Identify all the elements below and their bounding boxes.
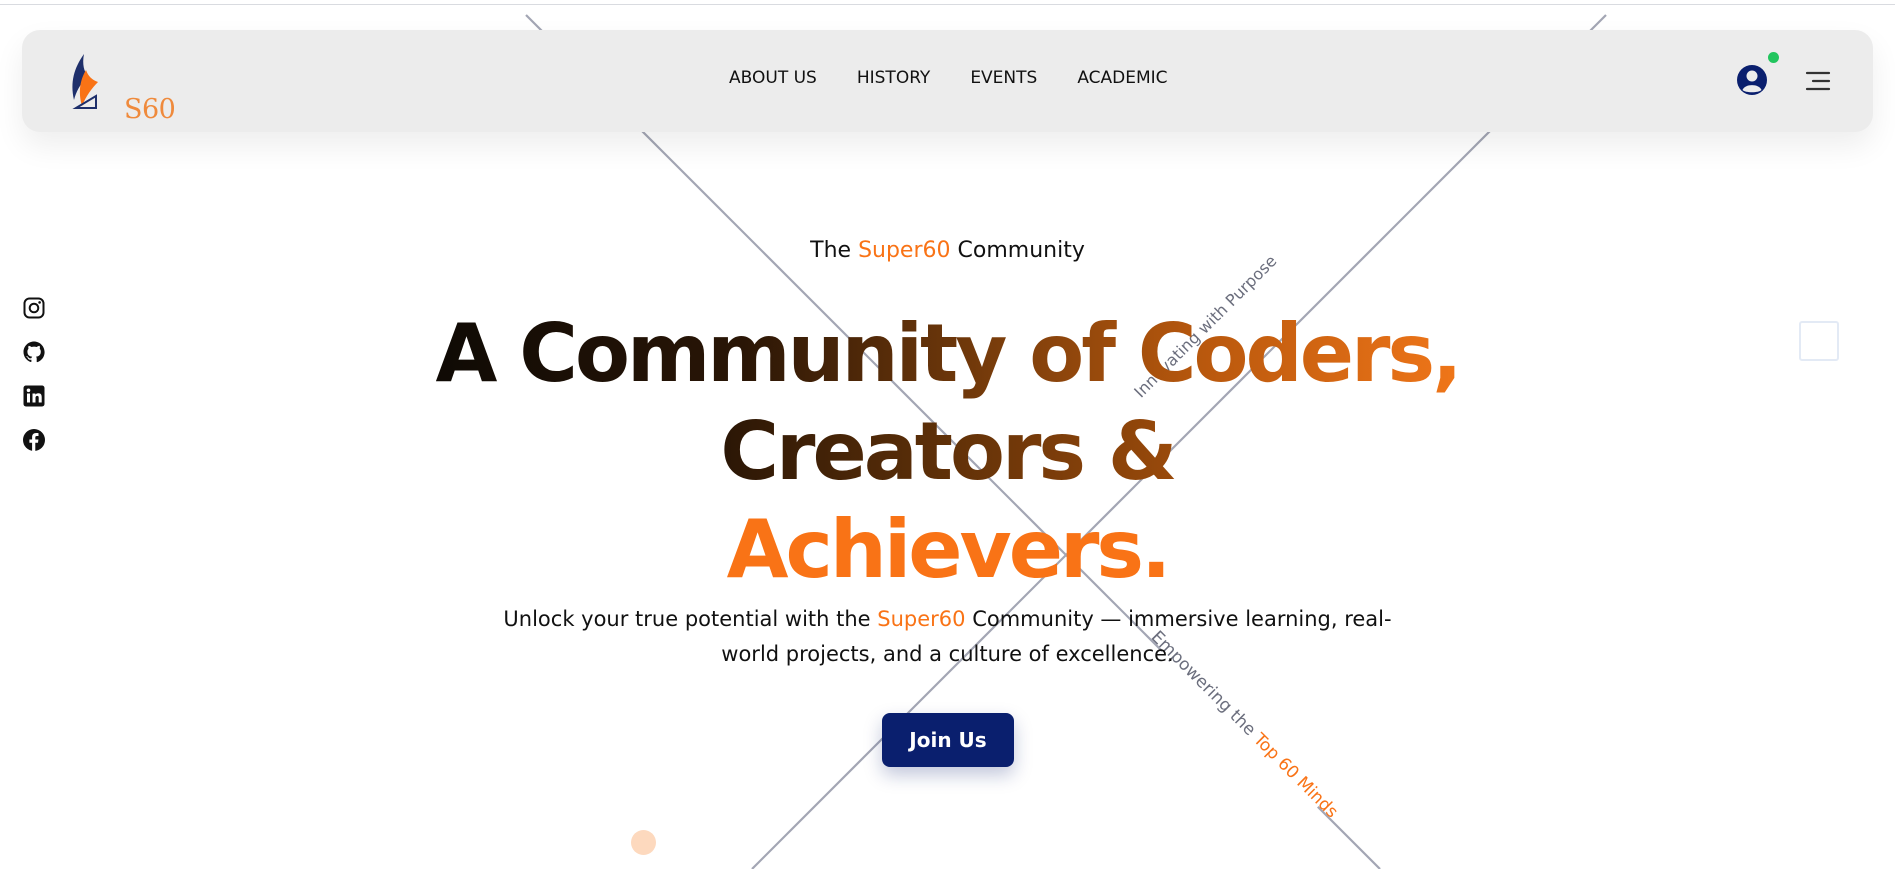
eyebrow-prefix: The	[810, 238, 859, 263]
linkedin-icon[interactable]	[22, 384, 46, 408]
join-us-button[interactable]: Join Us	[882, 713, 1014, 767]
headline-line-2: Creators &	[720, 405, 1177, 498]
headline-line-3: Achievers.	[726, 503, 1172, 596]
nav-link-events[interactable]: EVENTS	[970, 68, 1037, 88]
top-divider	[0, 4, 1895, 5]
subtitle-prefix: Unlock your true potential with the	[503, 607, 878, 631]
eyebrow-highlight: Super60	[858, 238, 951, 263]
hero-headline: A Community of Coders, Creators & Achiev…	[0, 305, 1895, 599]
user-circle-icon	[1737, 65, 1767, 95]
nav-links: ABOUT US HISTORY EVENTS ACADEMIC	[729, 68, 1168, 88]
instagram-icon[interactable]	[22, 296, 46, 320]
hero-subtitle: Unlock your true potential with the Supe…	[480, 602, 1415, 672]
headline-line-1: A Community of Coders,	[435, 307, 1463, 400]
user-account-button[interactable]	[1736, 64, 1768, 96]
eyebrow-suffix: Community	[950, 238, 1085, 263]
logo[interactable]: S60	[62, 50, 182, 125]
page: Innovating with Purpose Empowering the T…	[0, 0, 1895, 869]
hamburger-menu-button[interactable]	[1805, 70, 1831, 92]
online-status-dot	[1768, 52, 1779, 63]
hero-eyebrow: The Super60 Community	[0, 238, 1895, 263]
github-icon[interactable]	[22, 340, 46, 364]
logo-text: S60	[124, 94, 176, 125]
nav-link-academic[interactable]: ACADEMIC	[1077, 68, 1167, 88]
social-links	[22, 296, 46, 452]
nav-link-history[interactable]: HISTORY	[857, 68, 930, 88]
nav-link-about-us[interactable]: ABOUT US	[729, 68, 817, 88]
facebook-icon[interactable]	[22, 428, 46, 452]
top-navbar: S60 ABOUT US HISTORY EVENTS ACADEMIC	[22, 30, 1873, 132]
subtitle-highlight: Super60	[877, 607, 966, 631]
quill-feather-icon	[72, 54, 98, 109]
hamburger-menu-icon	[1805, 71, 1831, 91]
decorative-dot	[631, 830, 656, 855]
